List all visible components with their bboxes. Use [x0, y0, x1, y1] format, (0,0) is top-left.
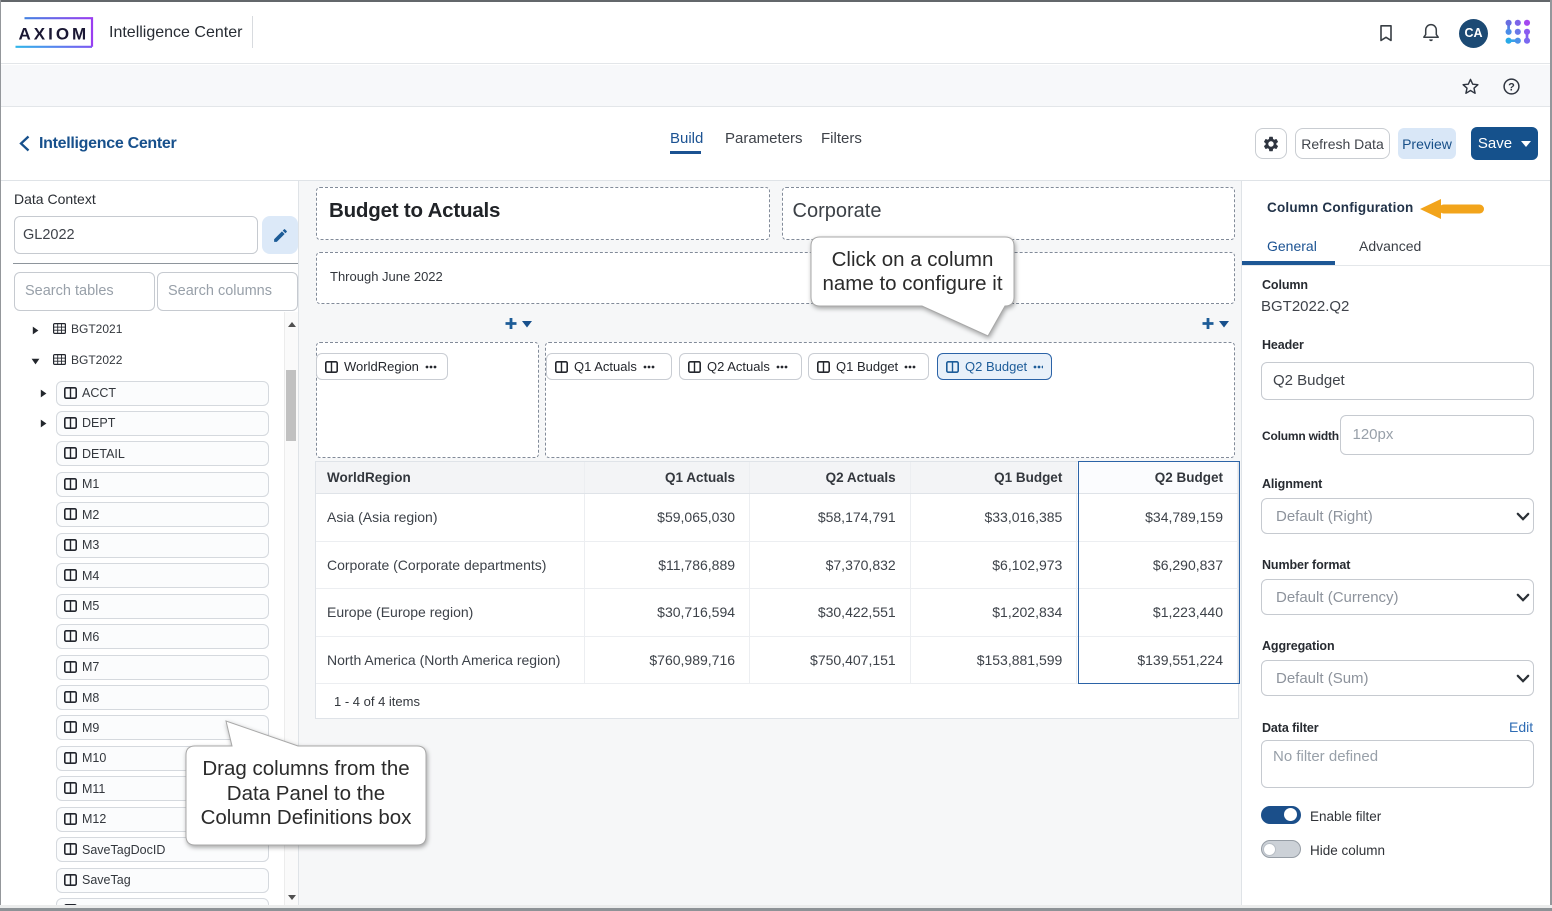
svg-text:?: ?: [1508, 81, 1515, 93]
svg-text:AXIOM: AXIOM: [19, 25, 90, 44]
